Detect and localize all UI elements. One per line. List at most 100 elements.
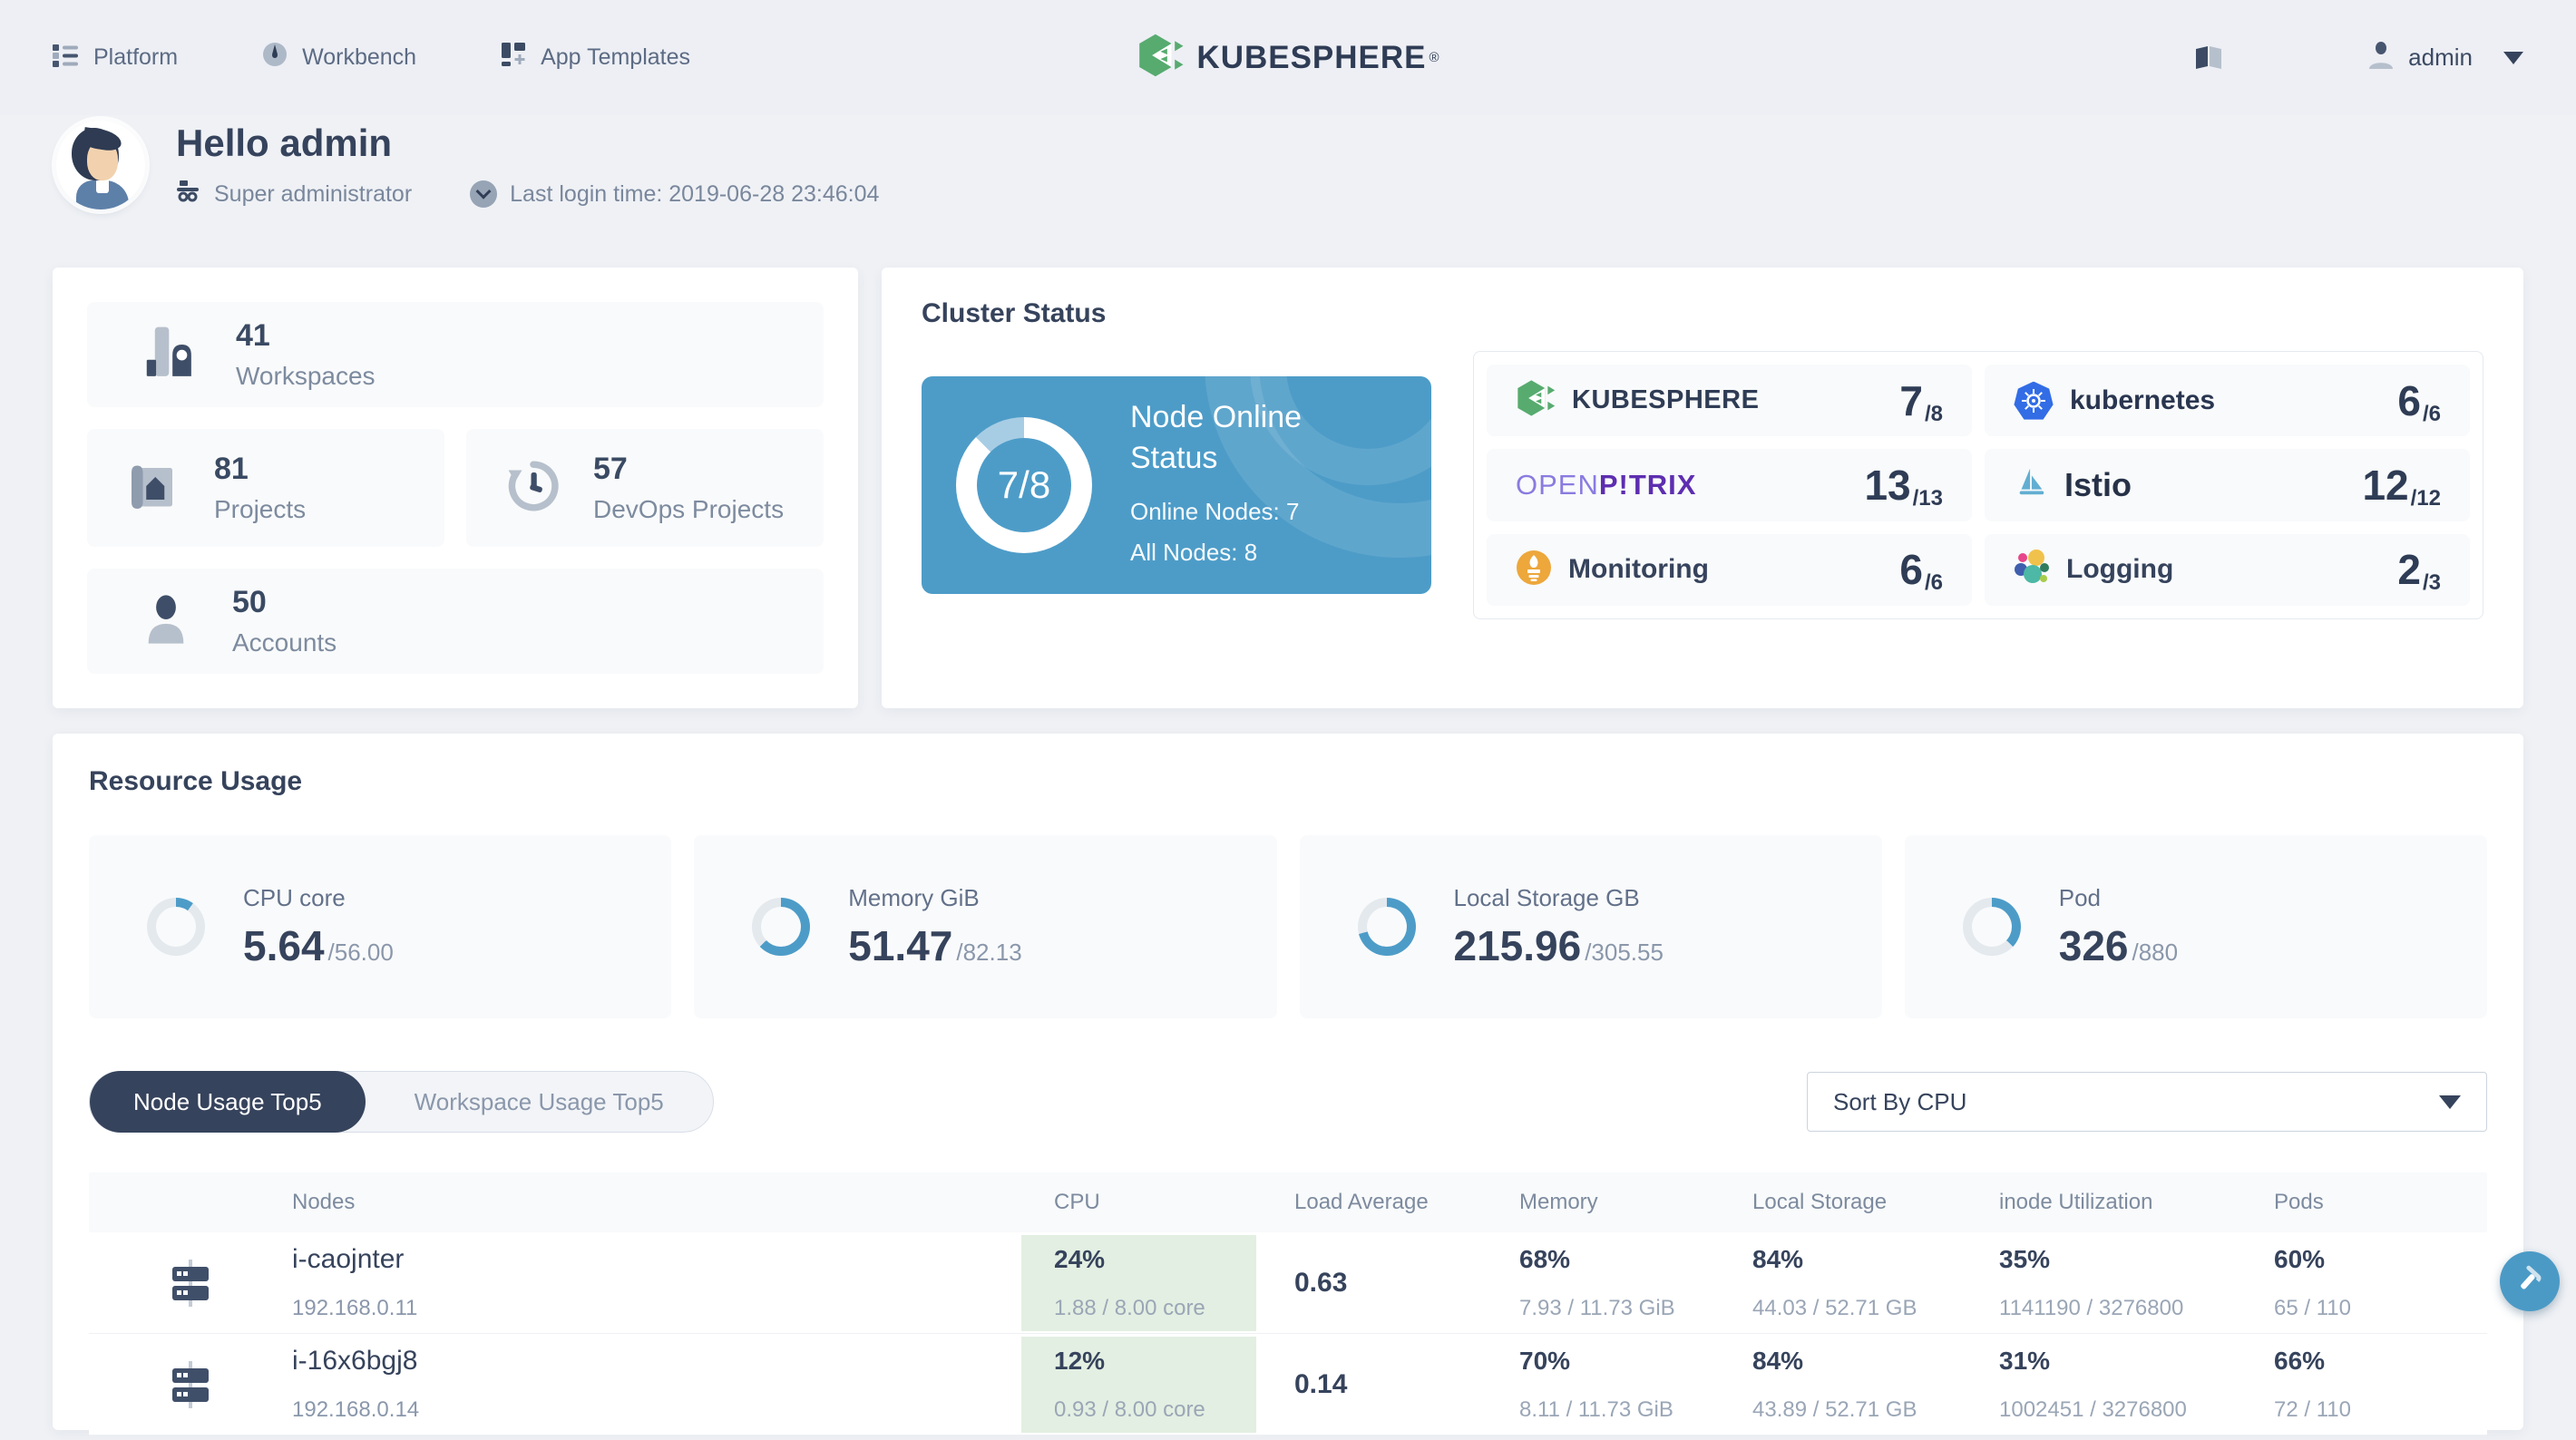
resource-total: /880 <box>2132 938 2179 966</box>
col-nodes: Nodes <box>292 1190 356 1214</box>
nav-item-workbench[interactable]: Workbench <box>261 41 416 74</box>
cluster-status-title: Cluster Status <box>922 298 1107 328</box>
sort-by-dropdown[interactable]: Sort By CPU <box>1807 1072 2487 1132</box>
node-ip: 192.168.0.11 <box>292 1296 418 1320</box>
user-name: admin <box>2408 44 2473 71</box>
stat-label: DevOps Projects <box>593 495 785 523</box>
component-count: 12 <box>2362 461 2409 509</box>
resource-label: CPU core <box>243 883 346 911</box>
node-server-icon <box>89 1359 292 1410</box>
gauge-icon <box>261 41 288 74</box>
nav-left: Platform Workbench App Templates <box>53 41 690 74</box>
stat-devops-projects[interactable]: 57 DevOps Projects <box>466 429 824 547</box>
resource-pod-card: Pod 326/880 <box>1904 835 2487 1018</box>
cpu-percent: 24% <box>1054 1244 1106 1273</box>
table-row[interactable]: i-caojnter 192.168.0.11 24% 1.88 / 8.00 … <box>89 1232 2487 1334</box>
component-kubesphere[interactable]: KUBESPHERE 7/8 <box>1487 365 1972 437</box>
resource-total: /56.00 <box>327 938 394 966</box>
stat-value: 41 <box>236 318 270 353</box>
stat-accounts[interactable]: 50 Accounts <box>87 569 824 674</box>
dropdown-caret-icon <box>2439 1095 2461 1109</box>
all-nodes-text: All Nodes: 8 <box>1130 538 1258 566</box>
inode-cell: 35% 1141190 / 3276800 <box>1999 1244 2184 1320</box>
page-title: Hello admin <box>176 121 393 164</box>
resource-usage-title: Resource Usage <box>89 766 303 796</box>
resource-label: Local Storage GB <box>1453 883 1640 911</box>
local-storage-cell: 84% 44.03 / 52.71 GB <box>1752 1244 1917 1320</box>
devops-history-icon <box>506 459 561 518</box>
user-menu[interactable]: admin <box>2366 41 2523 74</box>
table-header-row: Nodes CPU Load Average Memory Local Stor… <box>89 1172 2487 1232</box>
online-nodes-text: Online Nodes: 7 <box>1130 498 1300 526</box>
component-name: kubernetes <box>2070 384 2216 415</box>
resource-used: 215.96 <box>1453 921 1582 969</box>
node-name: i-16x6bgj8 <box>292 1346 418 1376</box>
inode-cell: 31% 1002451 / 3276800 <box>1999 1346 2187 1422</box>
component-total: /12 <box>2410 485 2441 511</box>
stat-workspaces[interactable]: 41 Workspaces <box>87 302 824 407</box>
main-content: 41 Workspaces 81 Projects 57 DevOps Proj… <box>0 268 2576 1435</box>
component-count: 7 <box>1899 376 1923 424</box>
col-cpu: CPU <box>1054 1190 1100 1214</box>
component-name: Istio <box>2064 465 2132 503</box>
cluster-components-grid: KUBESPHERE 7/8 kubernetes 6/6 OPENP!TRIX… <box>1473 351 2483 619</box>
hammer-icon <box>2513 1262 2547 1301</box>
node-online-status-card[interactable]: 7/8 Node Online Status Online Nodes: 7 A… <box>922 376 1431 594</box>
resource-usage-card: Resource Usage CPU core 5.64/56.00 Memor… <box>53 734 2523 1435</box>
role-badge: Super administrator <box>176 180 412 209</box>
top-nav: Platform Workbench App Templates KUBESPH… <box>0 0 2576 115</box>
accounts-person-icon <box>140 593 192 650</box>
pods-cell: 60% 65 / 110 <box>2274 1244 2351 1320</box>
memory-cell: 70% 8.11 / 11.73 GiB <box>1519 1346 1673 1422</box>
sort-by-value: Sort By CPU <box>1833 1087 1967 1115</box>
component-monitoring[interactable]: Monitoring 6/6 <box>1487 533 1972 606</box>
nav-item-app-templates[interactable]: App Templates <box>500 41 690 74</box>
role-cart-icon <box>176 180 201 209</box>
toolbox-button[interactable] <box>2500 1251 2560 1311</box>
documentation-book-icon[interactable] <box>2194 45 2223 71</box>
logging-cluster-icon <box>2014 549 2050 590</box>
component-kubernetes[interactable]: kubernetes 6/6 <box>1985 365 2470 437</box>
col-load-average: Load Average <box>1294 1190 1429 1214</box>
nav-right: admin <box>2194 41 2523 74</box>
component-logging[interactable]: Logging 2/3 <box>1985 533 2470 606</box>
resource-cpu-card: CPU core 5.64/56.00 <box>89 835 672 1018</box>
nav-item-label: Workbench <box>302 44 417 70</box>
stat-projects[interactable]: 81 Projects <box>87 429 444 547</box>
kubesphere-logo[interactable]: KUBESPHERE ® <box>1137 33 1439 83</box>
load-average-cell: 0.14 <box>1294 1368 1348 1399</box>
component-istio[interactable]: Istio 12/12 <box>1985 449 2470 521</box>
stat-value: 50 <box>232 585 267 619</box>
tab-node-usage-top5[interactable]: Node Usage Top5 <box>90 1071 366 1133</box>
cluster-status-card: Cluster Status 7/8 Node Online Status On… <box>882 268 2523 708</box>
col-pods: Pods <box>2274 1190 2324 1214</box>
user-avatar-icon <box>2366 41 2395 74</box>
node-ip: 192.168.0.14 <box>292 1397 420 1422</box>
component-name: Monitoring <box>1568 554 1709 585</box>
component-total: /6 <box>1924 570 1943 596</box>
brand-text: KUBESPHERE <box>1196 39 1427 75</box>
kubernetes-icon <box>2014 381 2054 420</box>
platform-icon <box>53 41 80 74</box>
projects-icon <box>127 459 181 518</box>
resource-used: 51.47 <box>848 921 953 969</box>
app-grid-icon <box>500 41 527 74</box>
nav-item-label: Platform <box>93 44 179 70</box>
nav-item-platform[interactable]: Platform <box>53 41 178 74</box>
col-local-storage: Local Storage <box>1752 1190 1888 1214</box>
resource-used: 326 <box>2058 921 2129 969</box>
resource-label: Pod <box>2058 883 2102 911</box>
greeting-section: Hello admin Super administrator Last log… <box>0 121 2576 209</box>
node-server-icon <box>89 1258 292 1309</box>
resource-total: /305.55 <box>1585 938 1664 966</box>
avatar <box>56 121 145 209</box>
component-name: KUBESPHERE <box>1572 385 1760 415</box>
node-usage-table: Nodes CPU Load Average Memory Local Stor… <box>89 1172 2487 1435</box>
component-openpitrix[interactable]: OPENP!TRIX 13/13 <box>1487 449 1972 521</box>
node-status-donut-value: 7/8 <box>977 438 1071 532</box>
component-total: /8 <box>1924 401 1943 426</box>
table-row[interactable]: i-16x6bgj8 192.168.0.14 12% 0.93 / 8.00 … <box>89 1334 2487 1435</box>
resource-total: /82.13 <box>956 938 1022 966</box>
tab-workspace-usage-top5[interactable]: Workspace Usage Top5 <box>366 1088 713 1116</box>
component-count: 13 <box>1864 461 1911 509</box>
